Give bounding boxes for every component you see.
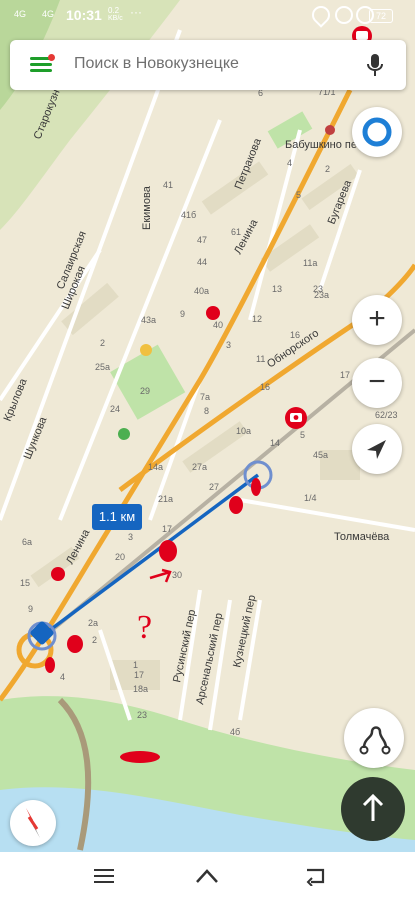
signal-label: 4G [42,9,55,19]
svg-text:11: 11 [256,354,265,364]
camera-icon[interactable] [285,407,307,429]
svg-text:47: 47 [197,235,207,245]
svg-text:5: 5 [300,430,305,440]
svg-text:17: 17 [340,370,350,380]
svg-text:13: 13 [272,284,282,294]
svg-text:24: 24 [110,404,120,414]
direction-button[interactable] [341,777,405,841]
location-arrow-icon [367,440,386,459]
svg-text:9: 9 [180,309,185,319]
system-nav-bar [0,852,415,900]
svg-text:61: 61 [231,227,241,237]
svg-text:2: 2 [100,338,105,348]
zoom-out-button[interactable]: − [352,358,402,408]
svg-text:62/23: 62/23 [375,410,398,420]
district-label: Бабушкино пе [285,139,357,151]
net-speed: 0.2 [108,6,120,15]
clock: 10:31 [66,7,102,23]
notification-dot [48,54,55,61]
svg-text:27а: 27а [192,462,207,472]
svg-text:29: 29 [140,386,150,396]
zoom-in-button[interactable]: + [352,295,402,345]
svg-text:30: 30 [172,570,182,580]
route-distance-label: 1.1 км [98,509,136,524]
battery-icon: 72 [369,9,393,23]
microphone-icon[interactable] [362,52,388,78]
svg-text:41: 41 [163,180,173,190]
back-icon[interactable] [303,866,327,887]
svg-text:4: 4 [287,158,292,168]
svg-text:21а: 21а [158,494,173,504]
svg-text:20: 20 [115,552,125,562]
svg-text:1/4: 1/4 [304,493,317,503]
annotation-question: ? [137,609,152,646]
route-button[interactable] [344,708,404,768]
svg-text:16: 16 [290,330,300,340]
svg-text:11а: 11а [303,258,317,268]
compass-button[interactable] [10,800,56,846]
svg-text:15: 15 [20,578,30,588]
svg-text:17: 17 [134,670,144,680]
svg-text:44: 44 [197,257,207,267]
svg-text:2а: 2а [88,618,98,628]
minus-icon: − [368,365,386,398]
svg-text:4б: 4б [230,727,240,737]
svg-text:1: 1 [133,660,138,670]
status-bar: 4G 4G 10:31 0.2 KB/c ··· 72 [0,0,415,34]
home-icon[interactable] [194,866,220,886]
svg-text:4: 4 [60,672,65,682]
menu-icon[interactable] [26,54,56,76]
svg-text:27: 27 [209,482,219,492]
up-arrow-icon [362,793,384,821]
svg-text:2: 2 [92,635,97,645]
net-speed-unit: KB/c [108,15,123,22]
street-label: Толмачёва [334,531,390,543]
svg-text:2: 2 [325,164,330,174]
compass-icon [26,808,40,838]
alice-button[interactable] [352,107,402,157]
poi-marker[interactable] [118,428,130,440]
signal-label: 4G [14,9,27,19]
svg-text:40а: 40а [194,286,209,296]
svg-text:25а: 25а [95,362,110,372]
svg-text:7а: 7а [200,392,210,402]
location-icon [308,2,334,28]
poi-marker[interactable] [325,125,335,135]
svg-text:40: 40 [213,320,223,330]
svg-text:14: 14 [270,438,280,448]
alice-icon [362,117,392,147]
street-label: Екимова [141,185,153,230]
route-icon [359,726,391,755]
svg-text:3: 3 [128,532,133,542]
svg-text:6а: 6а [22,537,32,547]
route-distance-badge[interactable]: 1.1 км [92,504,142,530]
svg-text:23а: 23а [314,290,329,300]
recent-apps-icon[interactable] [94,868,114,884]
poi-marker[interactable] [206,306,220,320]
svg-text:17: 17 [162,524,172,534]
search-bar[interactable]: Поиск в Новокузнецке [10,40,406,90]
poi-marker[interactable] [140,344,152,356]
plus-icon: + [368,302,386,335]
my-location-button[interactable] [352,424,402,474]
svg-text:23: 23 [137,710,147,720]
svg-text:9: 9 [28,604,33,614]
svg-text:10а: 10а [236,426,251,436]
svg-text:5: 5 [296,190,301,200]
svg-text:8: 8 [204,406,209,416]
svg-text:16: 16 [260,382,270,392]
svg-text:41б: 41б [181,210,196,220]
svg-text:43а: 43а [141,315,156,325]
svg-text:18а: 18а [133,684,148,694]
poi-marker[interactable] [51,567,65,581]
svg-text:45а: 45а [313,450,328,460]
svg-text:3: 3 [226,340,231,350]
alarm-icon [335,6,353,24]
svg-text:14а: 14а [148,462,163,472]
notification-dots: ··· [130,5,142,19]
search-input[interactable]: Поиск в Новокузнецке [74,55,239,73]
svg-text:12: 12 [252,314,262,324]
